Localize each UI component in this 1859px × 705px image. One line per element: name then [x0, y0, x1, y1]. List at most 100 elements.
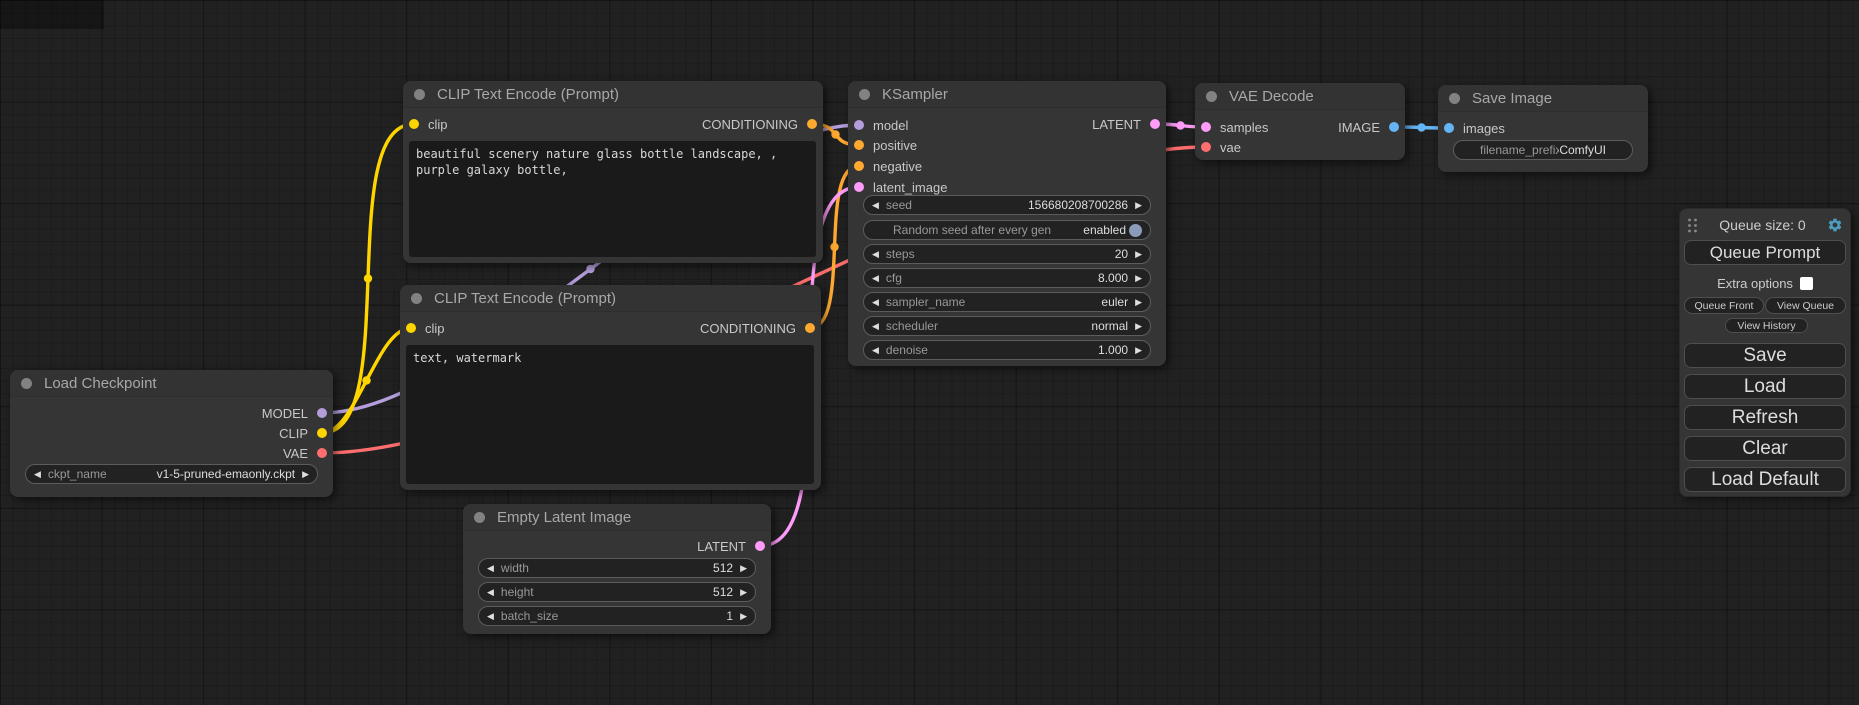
node-title: Save Image: [1472, 90, 1552, 107]
widget-ckpt_name[interactable]: ◀ckpt_namev1-5-pruned-emaonly.ckpt▶: [25, 464, 318, 484]
increment-arrow-icon[interactable]: ▶: [740, 588, 747, 597]
input-port-negative-icon[interactable]: [854, 161, 864, 171]
node-empty-latent-image[interactable]: Empty Latent ImageLATENT◀width512▶◀heigh…: [463, 504, 771, 634]
view-history-button[interactable]: View History: [1725, 318, 1808, 333]
decrement-arrow-icon[interactable]: ◀: [872, 250, 879, 259]
input-vae: vae: [1195, 137, 1405, 157]
decrement-arrow-icon[interactable]: ◀: [872, 322, 879, 331]
output-latent: LATENT: [848, 114, 1166, 134]
node-load-checkpoint[interactable]: Load CheckpointMODELCLIPVAE◀ckpt_namev1-…: [10, 370, 333, 497]
collapse-dot-icon[interactable]: [1449, 93, 1460, 104]
collapse-dot-icon[interactable]: [1206, 91, 1217, 102]
node-vae-decode[interactable]: VAE DecodesamplesvaeIMAGE: [1195, 83, 1405, 160]
increment-arrow-icon[interactable]: ▶: [1135, 250, 1142, 259]
decrement-arrow-icon[interactable]: ◀: [487, 612, 494, 621]
collapse-dot-icon[interactable]: [859, 89, 870, 100]
output-port-conditioning-icon[interactable]: [805, 323, 815, 333]
widget-value: euler: [1101, 295, 1128, 309]
load-default-button[interactable]: Load Default: [1684, 467, 1846, 492]
clear-button[interactable]: Clear: [1684, 436, 1846, 461]
output-image: IMAGE: [1195, 117, 1405, 137]
output-port-vae-icon[interactable]: [317, 448, 327, 458]
widget-scheduler[interactable]: ◀schedulernormal▶: [863, 316, 1151, 336]
widget-value: 1.000: [1098, 343, 1128, 357]
output-port-latent-icon[interactable]: [1150, 119, 1160, 129]
node-title-bar[interactable]: CLIP Text Encode (Prompt): [400, 285, 821, 312]
queue-front-button[interactable]: Queue Front: [1684, 297, 1764, 314]
increment-arrow-icon[interactable]: ▶: [1135, 201, 1142, 210]
gear-icon[interactable]: [1827, 217, 1843, 233]
prompt-textarea[interactable]: beautiful scenery nature glass bottle la…: [409, 141, 816, 257]
refresh-button[interactable]: Refresh: [1684, 405, 1846, 430]
output-port-clip-icon[interactable]: [317, 428, 327, 438]
node-title-bar[interactable]: VAE Decode: [1195, 83, 1405, 110]
prompt-textarea[interactable]: text, watermark: [406, 345, 814, 484]
output-port-model-icon[interactable]: [317, 408, 327, 418]
widget-seed[interactable]: ◀seed156680208700286▶: [863, 195, 1151, 215]
decrement-arrow-icon[interactable]: ◀: [872, 274, 879, 283]
widget-height[interactable]: ◀height512▶: [478, 582, 756, 602]
input-port-positive-icon[interactable]: [854, 140, 864, 150]
node-clip-text-encode-positive[interactable]: CLIP Text Encode (Prompt)clipCONDITIONIN…: [403, 81, 823, 263]
queue-prompt-button[interactable]: Queue Prompt: [1684, 240, 1846, 265]
increment-arrow-icon[interactable]: ▶: [302, 470, 309, 479]
widget-width[interactable]: ◀width512▶: [478, 558, 756, 578]
widget-label: denoise: [886, 343, 928, 357]
widget-filename_prefix[interactable]: filename_prefixComfyUI: [1453, 140, 1633, 160]
node-save-image[interactable]: Save Imageimagesfilename_prefixComfyUI: [1438, 85, 1648, 172]
decrement-arrow-icon[interactable]: ◀: [872, 346, 879, 355]
increment-arrow-icon[interactable]: ▶: [1135, 274, 1142, 283]
widget-steps[interactable]: ◀steps20▶: [863, 244, 1151, 264]
port-label: MODEL: [262, 406, 308, 421]
output-conditioning: CONDITIONING: [400, 318, 821, 338]
node-clip-text-encode-negative[interactable]: CLIP Text Encode (Prompt)clipCONDITIONIN…: [400, 285, 821, 490]
output-port-latent-icon[interactable]: [755, 541, 765, 551]
output-port-conditioning-icon[interactable]: [807, 119, 817, 129]
widget-cfg[interactable]: ◀cfg8.000▶: [863, 268, 1151, 288]
decrement-arrow-icon[interactable]: ◀: [872, 201, 879, 210]
port-label: CONDITIONING: [700, 321, 796, 336]
node-title-bar[interactable]: Save Image: [1438, 85, 1648, 112]
extra-options-checkbox[interactable]: [1800, 277, 1813, 290]
increment-arrow-icon[interactable]: ▶: [740, 612, 747, 621]
collapse-dot-icon[interactable]: [414, 89, 425, 100]
node-ksampler[interactable]: KSamplermodelpositivenegativelatent_imag…: [848, 81, 1166, 366]
input-port-latent_image-icon[interactable]: [854, 182, 864, 192]
node-title-bar[interactable]: KSampler: [848, 81, 1166, 108]
decrement-arrow-icon[interactable]: ◀: [34, 470, 41, 479]
increment-arrow-icon[interactable]: ▶: [1135, 346, 1142, 355]
toggle-icon[interactable]: [1129, 224, 1142, 237]
increment-arrow-icon[interactable]: ▶: [740, 564, 747, 573]
node-title-bar[interactable]: Load Checkpoint: [10, 370, 333, 397]
output-port-image-icon[interactable]: [1389, 122, 1399, 132]
increment-arrow-icon[interactable]: ▶: [1135, 322, 1142, 331]
input-port-images-icon[interactable]: [1444, 123, 1454, 133]
input-port-vae-icon[interactable]: [1201, 142, 1211, 152]
widget-value: 20: [1115, 247, 1128, 261]
widget-sampler_name[interactable]: ◀sampler_nameeuler▶: [863, 292, 1151, 312]
graph-canvas[interactable]: Load CheckpointMODELCLIPVAE◀ckpt_namev1-…: [0, 0, 1859, 705]
save-button[interactable]: Save: [1684, 343, 1846, 368]
collapse-dot-icon[interactable]: [411, 293, 422, 304]
port-label: CLIP: [279, 426, 308, 441]
collapse-dot-icon[interactable]: [474, 512, 485, 523]
port-label: latent_image: [873, 180, 947, 195]
view-queue-button[interactable]: View Queue: [1765, 297, 1846, 314]
decrement-arrow-icon[interactable]: ◀: [872, 298, 879, 307]
output-latent: LATENT: [463, 536, 771, 556]
port-label: positive: [873, 138, 917, 153]
widget-denoise[interactable]: ◀ denoise 1.000 ▶: [863, 340, 1151, 360]
node-title-bar[interactable]: Empty Latent Image: [463, 504, 771, 531]
port-label: negative: [873, 159, 922, 174]
decrement-arrow-icon[interactable]: ◀: [487, 588, 494, 597]
widget-value: 512: [713, 561, 733, 575]
widget-random-seed-after-every-gen[interactable]: Random seed after every genenabled: [863, 220, 1151, 240]
drag-handle-icon[interactable]: [1687, 217, 1698, 234]
node-title: VAE Decode: [1229, 88, 1314, 105]
collapse-dot-icon[interactable]: [21, 378, 32, 389]
decrement-arrow-icon[interactable]: ◀: [487, 564, 494, 573]
increment-arrow-icon[interactable]: ▶: [1135, 298, 1142, 307]
widget-batch_size[interactable]: ◀batch_size1▶: [478, 606, 756, 626]
load-button[interactable]: Load: [1684, 374, 1846, 399]
node-title-bar[interactable]: CLIP Text Encode (Prompt): [403, 81, 823, 108]
